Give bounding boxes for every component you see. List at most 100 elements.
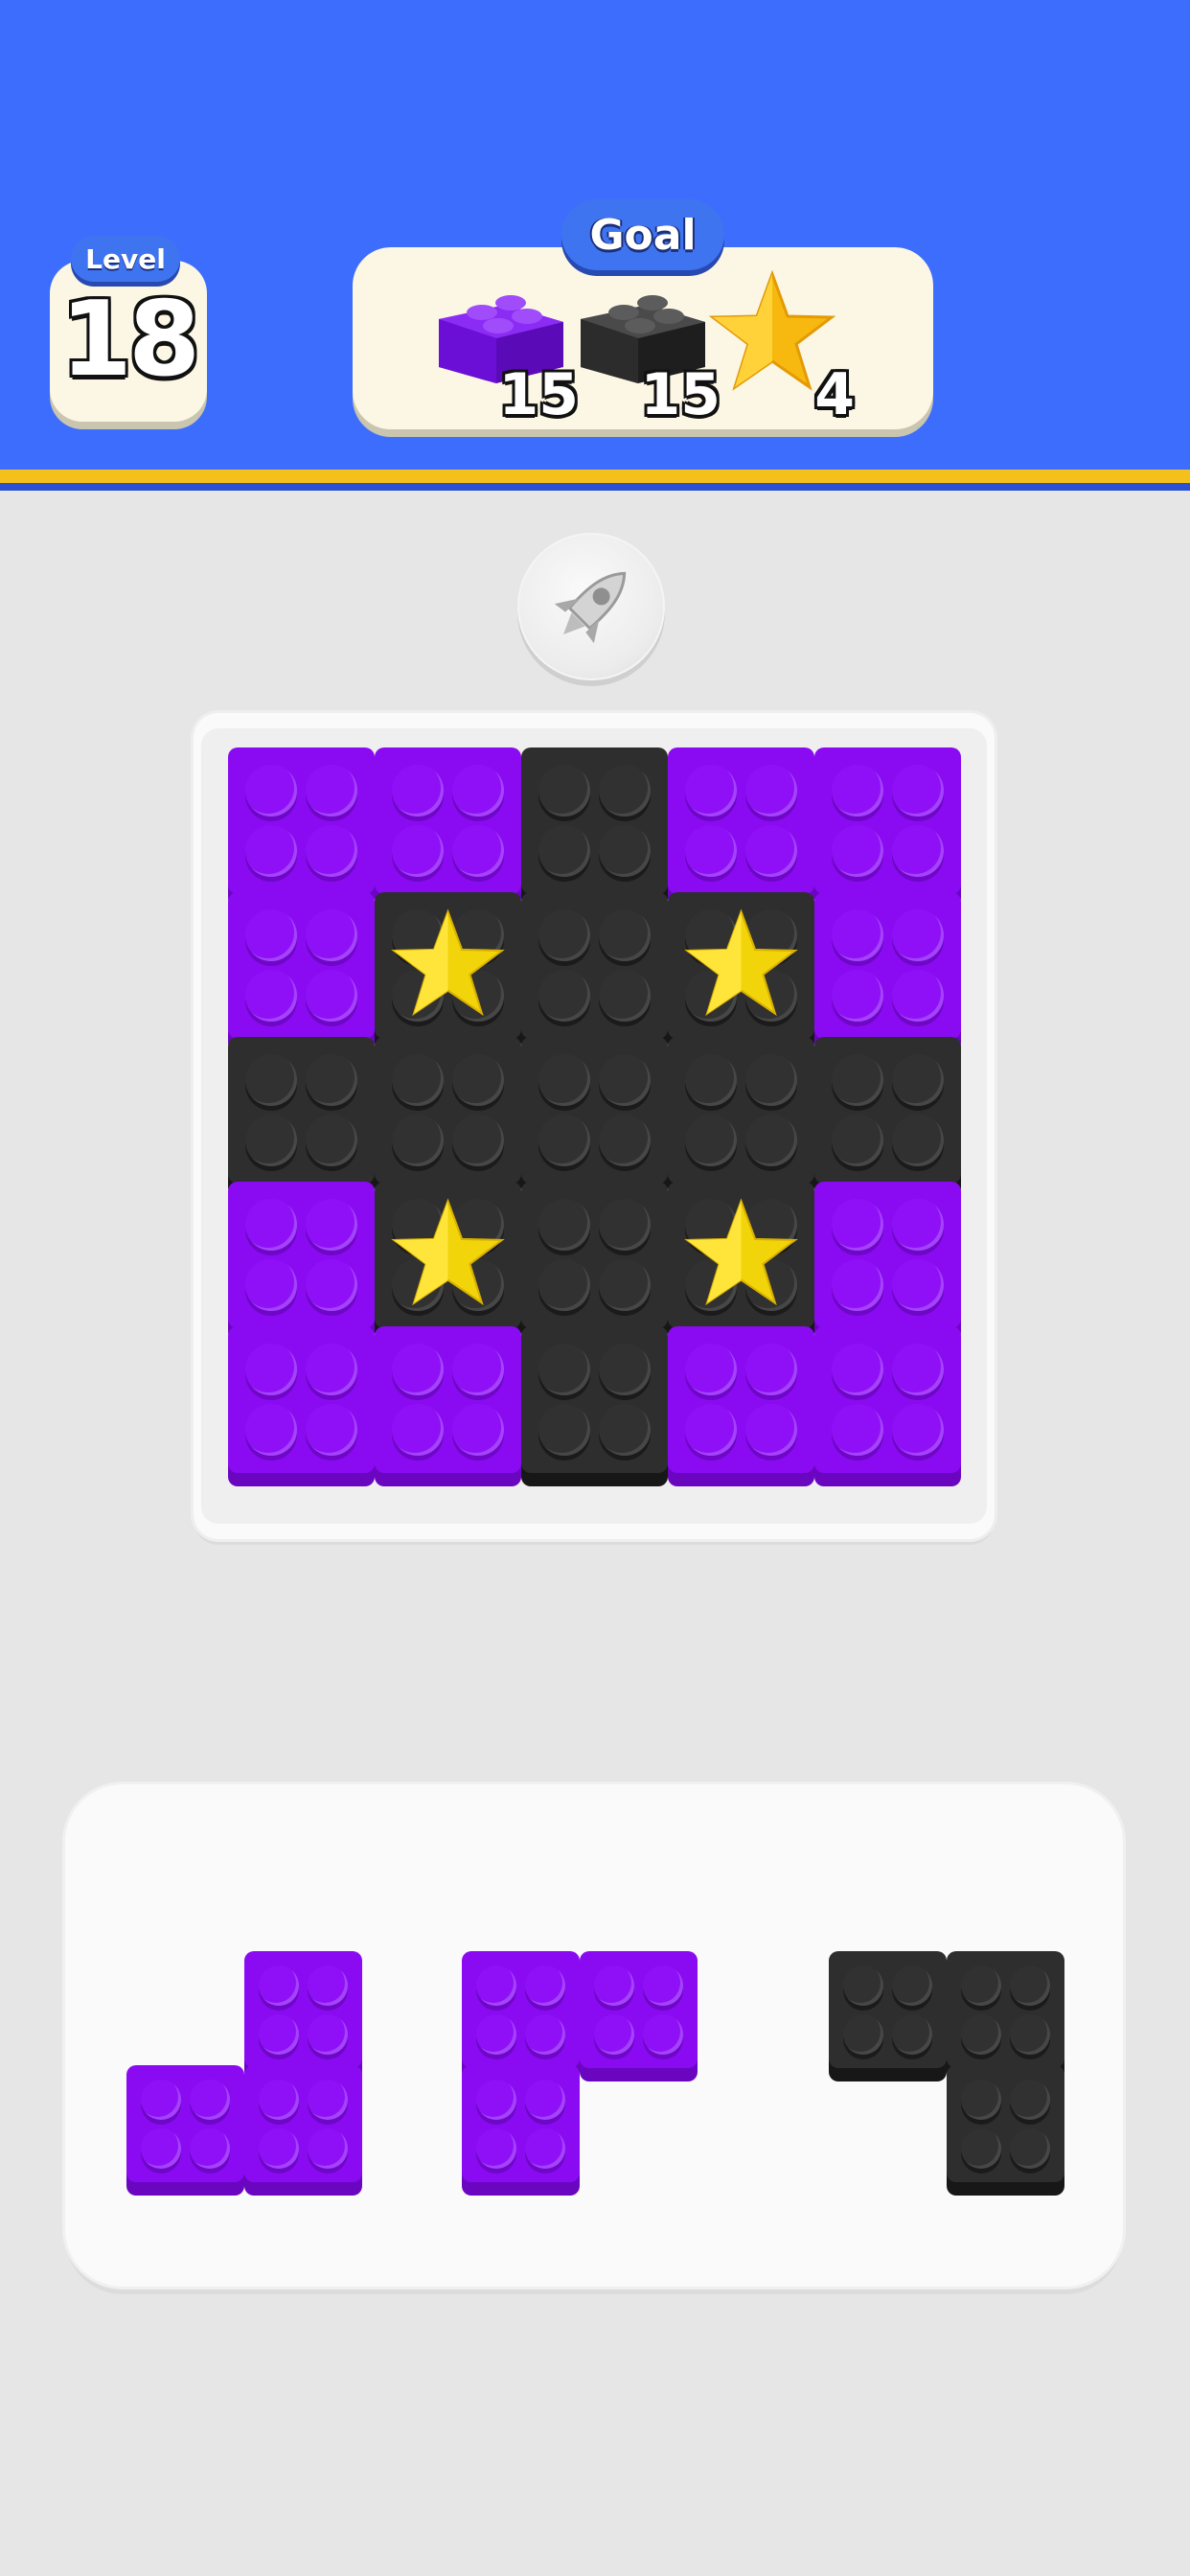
brick-stud: [598, 1199, 651, 1252]
brick-stud: [891, 824, 944, 877]
brick-stud: [832, 824, 884, 877]
brick-stud: [891, 1199, 944, 1252]
brick-stud: [258, 2128, 299, 2170]
star-icon: [391, 908, 505, 1017]
brick-stud: [832, 1114, 884, 1166]
brick-stud: [891, 1054, 944, 1107]
brick-stud: [538, 1403, 591, 1456]
brick-stud: [305, 909, 357, 962]
brick-stud: [190, 2079, 231, 2120]
brick-stud: [392, 1114, 445, 1166]
tray-piece-brick: [462, 2065, 580, 2182]
brick-stud: [245, 765, 298, 817]
brick-stud: [891, 1258, 944, 1311]
brick-stud: [744, 1344, 797, 1396]
brick-stud: [744, 1054, 797, 1107]
brick-stud: [685, 1114, 738, 1166]
board-cell-4-0: [228, 1326, 375, 1473]
board-cell-4-1: [375, 1326, 521, 1473]
brick-stud: [525, 1965, 566, 2006]
tray-piece-brick: [947, 1951, 1064, 2068]
brick-stud: [685, 1054, 738, 1107]
tray-piece-brick: [126, 2065, 244, 2182]
brick-stud: [598, 969, 651, 1022]
brick-stud: [538, 1258, 591, 1311]
brick-stud: [308, 2128, 349, 2170]
brick-stud: [842, 1965, 883, 2006]
brick-stud: [258, 1965, 299, 2006]
brick-stud: [305, 1344, 357, 1396]
board-cell-1-3: [668, 892, 814, 1039]
brick-stud: [960, 1965, 1001, 2006]
brick-stud: [475, 2128, 516, 2170]
top-bar-stripe: [0, 470, 1190, 483]
brick-stud: [685, 1403, 738, 1456]
brick-stud: [451, 1114, 504, 1166]
board-cell-3-2: [521, 1182, 668, 1328]
board-cell-2-3: [668, 1037, 814, 1184]
tray-piece-brick: [462, 1951, 580, 2068]
top-bar-shadow-stripe: [0, 483, 1190, 491]
brick-stud: [538, 1054, 591, 1107]
brick-stud: [258, 2014, 299, 2056]
brick-stud: [475, 2014, 516, 2056]
brick-stud: [832, 1258, 884, 1311]
goal-count: 4: [814, 361, 855, 428]
brick-stud: [960, 2014, 1001, 2056]
board-cell-0-1: [375, 748, 521, 894]
board-cell-2-1: [375, 1037, 521, 1184]
brick-stud: [598, 1403, 651, 1456]
brick-stud: [245, 824, 298, 877]
brick-stud: [598, 824, 651, 877]
brick-stud: [305, 1054, 357, 1107]
brick-stud: [538, 1199, 591, 1252]
brick-stud: [832, 1054, 884, 1107]
star-icon: [684, 908, 798, 1017]
board-cell-1-1: [375, 892, 521, 1039]
brick-stud: [305, 765, 357, 817]
brick-stud: [538, 909, 591, 962]
brick-stud: [598, 1258, 651, 1311]
brick-stud: [305, 1114, 357, 1166]
brick-stud: [392, 824, 445, 877]
brick-stud: [392, 1054, 445, 1107]
brick-stud: [245, 909, 298, 962]
brick-stud: [538, 969, 591, 1022]
rocket-icon: [554, 571, 627, 644]
brick-stud: [258, 2079, 299, 2120]
brick-stud: [832, 1344, 884, 1396]
brick-stud: [744, 824, 797, 877]
board-cell-0-0: [228, 748, 375, 894]
brick-stud: [305, 969, 357, 1022]
level-number: 18: [59, 280, 200, 400]
goal-purple-brick: 15: [429, 266, 579, 429]
brick-stud: [832, 765, 884, 817]
brick-stud: [451, 765, 504, 817]
board-cell-4-4: [814, 1326, 961, 1473]
brick-stud: [245, 1054, 298, 1107]
brick-stud: [140, 2079, 181, 2120]
brick-stud: [305, 1403, 357, 1456]
brick-stud: [392, 1403, 445, 1456]
brick-stud: [538, 1344, 591, 1396]
board-cell-3-4: [814, 1182, 961, 1328]
brick-stud: [643, 2014, 684, 2056]
brick-stud: [451, 1054, 504, 1107]
brick-stud: [245, 1403, 298, 1456]
brick-stud: [685, 824, 738, 877]
brick-stud: [842, 2014, 883, 2056]
tray-piece-brick: [947, 2065, 1064, 2182]
star-icon: [684, 1198, 798, 1306]
goal-count: 15: [498, 361, 580, 428]
board-cell-0-4: [814, 748, 961, 894]
board-cell-3-0: [228, 1182, 375, 1328]
rocket-booster-button[interactable]: [517, 533, 665, 680]
brick-stud: [744, 765, 797, 817]
brick-stud: [685, 765, 738, 817]
brick-stud: [1010, 2128, 1051, 2170]
brick-stud: [891, 909, 944, 962]
brick-stud: [598, 765, 651, 817]
board-cell-1-2: [521, 892, 668, 1039]
brick-stud: [744, 1114, 797, 1166]
brick-stud: [892, 2014, 933, 2056]
